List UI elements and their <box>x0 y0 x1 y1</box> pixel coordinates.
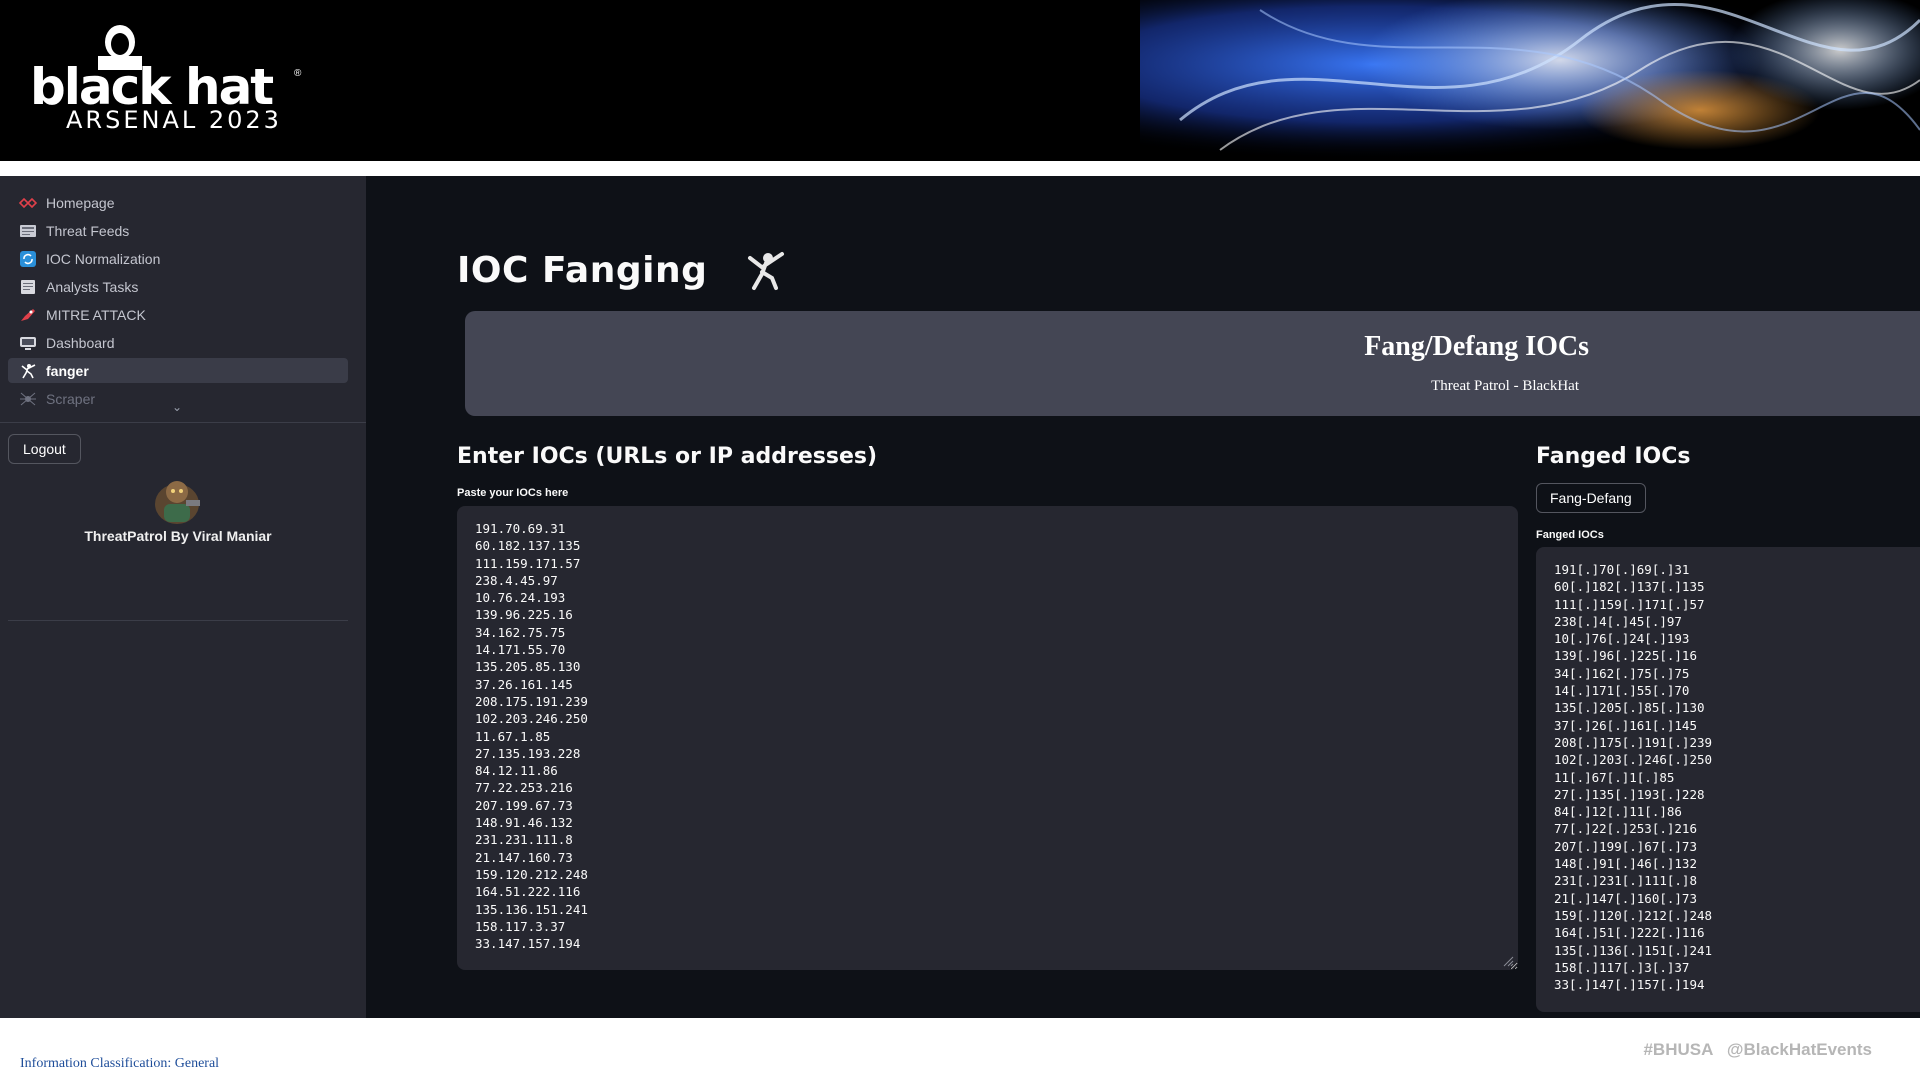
logo-event-name: ARSENAL 2023 <box>66 106 282 134</box>
sidebar-item-threat-feeds[interactable]: Threat Feeds <box>8 218 348 243</box>
fang-defang-button[interactable]: Fang-Defang <box>1536 483 1646 513</box>
slide-footer: Information Classification: General #BHU… <box>0 1018 1920 1080</box>
sidebar-item-ioc-normalization[interactable]: IOC Normalization <box>8 246 348 271</box>
fanged-ioc-line: 191[.]70[.]69[.]31 <box>1554 562 1690 577</box>
input-section-heading: Enter IOCs (URLs or IP addresses) <box>457 444 878 469</box>
fanged-ioc-line: 27[.]135[.]193[.]228 <box>1554 786 1705 802</box>
fanged-ioc-line: 159[.]120[.]212[.]248 <box>1554 907 1713 923</box>
sidebar-item-label: Scraper <box>46 390 96 407</box>
chevron-down-icon[interactable]: ⌄ <box>172 400 182 414</box>
spider-icon <box>18 391 38 407</box>
fanged-ioc-line: 10[.]76[.]24[.]193 <box>1554 631 1690 647</box>
sidebar-item-label: IOC Normalization <box>46 250 161 267</box>
logo-wordmark: black hat <box>30 58 274 116</box>
blackhat-logo: black hat ® ARSENAL 2023 <box>30 22 310 134</box>
fanged-ioc-line: 84[.]12[.]11[.]86 <box>1554 804 1682 820</box>
sidebar-divider <box>8 620 348 621</box>
fanged-ioc-line: 135[.]205[.]85[.]130 <box>1554 700 1705 716</box>
fanged-ioc-line: 231[.]231[.]111[.]8 <box>1554 873 1697 889</box>
radar-icon <box>18 195 38 211</box>
fanged-ioc-line: 139[.]96[.]225[.]16 <box>1554 648 1697 664</box>
monitor-icon <box>18 335 38 351</box>
sidebar-item-label: Homepage <box>46 194 115 211</box>
banner-smoke-art <box>1140 0 1920 161</box>
event-banner: black hat ® ARSENAL 2023 <box>0 0 1920 161</box>
fanged-ioc-line: 158[.]117[.]3[.]37 <box>1554 959 1690 975</box>
fanged-ioc-line: 21[.]147[.]160[.]73 <box>1554 890 1697 906</box>
hero-subtitle: Threat Patrol - BlackHat <box>1431 378 1579 394</box>
refresh-icon <box>18 250 38 267</box>
avatar <box>155 481 200 524</box>
fanged-iocs-output: 191[.]70[.]69[.]31 60[.]182[.]137[.]135 11… <box>1536 547 1920 1012</box>
fanged-ioc-line: 148[.]91[.]46[.]132 <box>1554 856 1697 872</box>
hero-title: Fang/Defang IOCs <box>1364 331 1589 362</box>
fanged-ioc-line: 60[.]182[.]137[.]135 <box>1554 579 1705 595</box>
newspaper-icon <box>18 223 38 239</box>
fanged-ioc-line: 33[.]147[.]157[.]194 <box>1554 977 1705 993</box>
fanged-ioc-line: 135[.]136[.]151[.]241 <box>1554 942 1713 958</box>
ioc-input-textarea[interactable] <box>457 506 1518 970</box>
banner-divider <box>0 161 1920 176</box>
fanged-ioc-line: 37[.]26[.]161[.]145 <box>1554 717 1697 733</box>
sidebar-item-mitre-attack[interactable]: MITRE ATTACK <box>8 302 348 327</box>
fanged-ioc-line: 77[.]22[.]253[.]216 <box>1554 821 1697 837</box>
rocket-icon <box>18 307 38 323</box>
fanged-ioc-line: 207[.]199[.]67[.]73 <box>1554 838 1697 854</box>
sidebar-item-fanger[interactable]: fanger <box>8 358 348 383</box>
classification-label: Information Classification: General <box>20 1056 220 1071</box>
sidebar-item-analysts-tasks[interactable]: Analysts Tasks <box>8 274 348 299</box>
input-label: Paste your IOCs here <box>457 487 569 499</box>
fencer-icon <box>18 363 38 379</box>
sidebar-item-label: fanger <box>46 362 89 379</box>
logo-registered-mark: ® <box>294 68 302 79</box>
notepad-icon <box>18 279 38 295</box>
sidebar-divider <box>0 422 366 423</box>
sidebar-item-label: MITRE ATTACK <box>46 306 146 323</box>
resize-handle-icon[interactable] <box>1500 953 1514 967</box>
sidebar-item-label: Dashboard <box>46 334 115 351</box>
sidebar-item-label: Threat Feeds <box>46 222 130 239</box>
output-section-heading: Fanged IOCs <box>1536 444 1691 469</box>
logout-button[interactable]: Logout <box>8 434 81 464</box>
event-hashtags: #BHUSA @BlackHatEvents <box>1643 1040 1872 1059</box>
fencer-icon <box>748 252 784 290</box>
hero-banner: Fang/Defang IOCs Threat Patrol - BlackHa… <box>465 311 1920 416</box>
fanged-ioc-line: 111[.]159[.]171[.]57 <box>1554 596 1705 612</box>
page-title: IOC Fanging <box>457 250 708 291</box>
sidebar-item-label: Analysts Tasks <box>46 278 139 295</box>
fanged-ioc-line: 164[.]51[.]222[.]116 <box>1554 925 1705 941</box>
fanged-ioc-line: 11[.]67[.]1[.]85 <box>1554 769 1675 785</box>
sidebar-item-homepage[interactable]: Homepage <box>8 190 348 215</box>
fanged-ioc-line: 14[.]171[.]55[.]70 <box>1554 683 1690 699</box>
output-label: Fanged IOCs <box>1536 529 1604 541</box>
app-credit: ThreatPatrol By Viral Maniar <box>84 528 272 544</box>
fanged-ioc-line: 102[.]203[.]246[.]250 <box>1554 752 1713 768</box>
sidebar-item-dashboard[interactable]: Dashboard <box>8 330 348 355</box>
fanged-ioc-line: 238[.]4[.]45[.]97 <box>1554 613 1682 629</box>
sidebar: Homepage Threat Feeds IOC Normalization … <box>0 176 366 1018</box>
fanged-ioc-line: 34[.]162[.]75[.]75 <box>1554 665 1690 681</box>
fanged-ioc-line: 208[.]175[.]191[.]239 <box>1554 734 1713 750</box>
app-container: Homepage Threat Feeds IOC Normalization … <box>0 176 1920 1018</box>
